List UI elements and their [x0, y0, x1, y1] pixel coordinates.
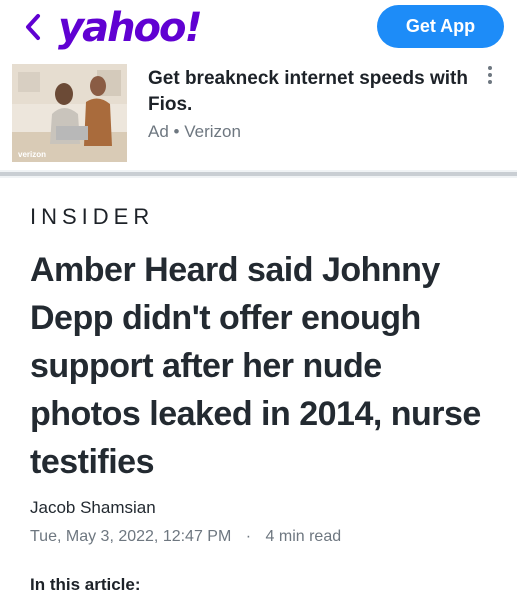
yahoo-logo[interactable]: yahoo! [58, 6, 203, 50]
ad-sponsor: Verizon [184, 122, 241, 141]
in-this-article-heading: In this article: [30, 575, 141, 594]
article-headline: Amber Heard said Johnny Depp didn't offe… [30, 251, 481, 481]
read-time: 4 min read [265, 528, 342, 545]
chevron-left-icon [26, 14, 40, 40]
get-app-button[interactable]: Get App [377, 5, 504, 48]
more-vertical-icon[interactable] [481, 64, 499, 86]
divider-line [0, 172, 517, 176]
publisher-name[interactable]: INSIDER [30, 204, 154, 230]
top-bar: yahoo! Get App [0, 0, 517, 56]
ad-image-caption: verizon [18, 150, 46, 159]
ad-meta: Ad • Verizon [148, 122, 241, 142]
sponsored-ad[interactable]: verizon Get breakneck internet speeds wi… [0, 60, 517, 166]
ad-photo: verizon [12, 64, 127, 162]
ad-title[interactable]: Get breakneck internet speeds with Fios. [148, 66, 468, 118]
article-date: Tue, May 3, 2022, 12:47 PM [30, 528, 232, 545]
ad-image[interactable]: verizon [12, 64, 127, 162]
article-author: Jacob Shamsian [30, 498, 156, 517]
article-meta: Tue, May 3, 2022, 12:47 PM · 4 min read [30, 528, 341, 546]
back-button[interactable] [20, 12, 46, 42]
ad-label: Ad [148, 122, 169, 141]
meta-separator: · [245, 528, 252, 545]
ad-separator: • [173, 122, 180, 141]
